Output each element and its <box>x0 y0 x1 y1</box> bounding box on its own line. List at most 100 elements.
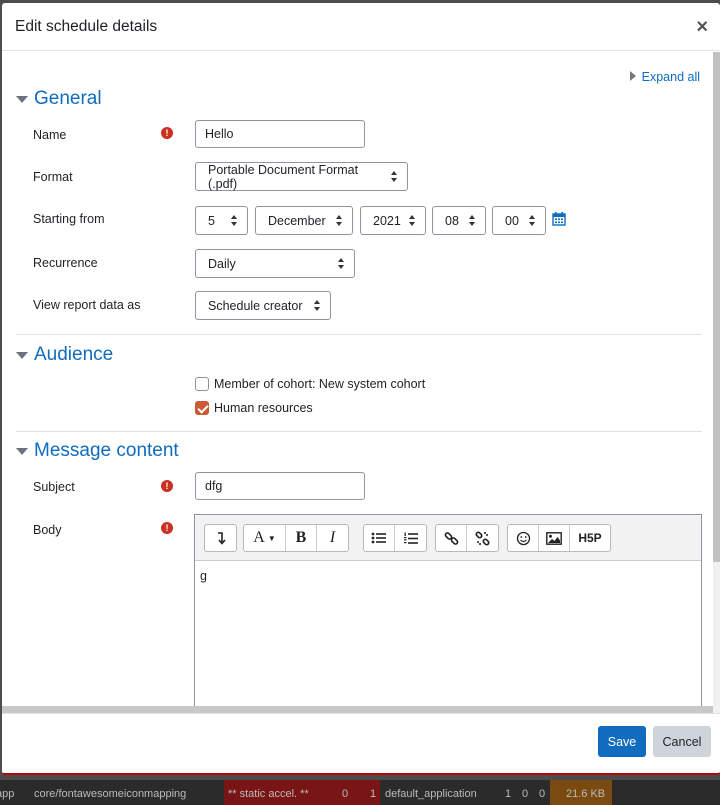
subject-input[interactable]: dfg <box>195 472 365 500</box>
performance-footer-bar: app core/fontawesomeiconmapping ** stati… <box>0 780 720 805</box>
select-arrows-icon <box>469 215 476 227</box>
day-select-value: 5 <box>208 213 215 228</box>
year-select-value: 2021 <box>373 213 401 228</box>
perf-mapping: core/fontawesomeiconmapping <box>34 788 187 800</box>
font-style-icon: A <box>253 529 265 546</box>
recurrence-label: Recurrence <box>33 256 98 270</box>
numbered-list-icon <box>403 532 418 544</box>
scrollbar-thumb[interactable] <box>713 52 720 562</box>
image-button[interactable] <box>539 525 570 551</box>
cancel-button[interactable]: Cancel <box>653 726 711 757</box>
starting-from-label: Starting from <box>33 212 105 226</box>
required-icon: ! <box>161 480 173 492</box>
perf-size: 21.6 KB <box>566 788 606 800</box>
audience-option-hr-label: Human resources <box>214 401 313 415</box>
toolbar-group-format: A ▼ B I <box>243 524 349 552</box>
caret-right-icon <box>629 71 636 81</box>
section-audience-toggle[interactable]: Audience <box>16 344 113 366</box>
audience-option-cohort-label: Member of cohort: New system cohort <box>214 377 426 391</box>
body-editor[interactable]: A ▼ B I H5P g <box>194 514 702 714</box>
toolbar-toggle-button[interactable] <box>205 525 236 551</box>
checkbox-human-resources[interactable] <box>195 401 209 415</box>
toolbar-group-links <box>435 524 499 552</box>
year-select[interactable]: 2021 <box>360 206 426 235</box>
expand-all-link[interactable]: Expand all <box>629 70 700 84</box>
modal-footer: Save Cancel <box>2 713 720 773</box>
font-style-button[interactable]: A ▼ <box>244 525 286 551</box>
view-report-as-select[interactable]: Schedule creator <box>195 291 331 320</box>
section-divider <box>16 431 702 432</box>
expand-all-label: Expand all <box>641 70 700 84</box>
caret-down-icon <box>16 351 28 359</box>
emoji-button[interactable] <box>508 525 539 551</box>
month-select[interactable]: December <box>255 206 353 235</box>
dropdown-caret-icon: ▼ <box>267 533 276 543</box>
body-editor-content[interactable]: g <box>195 561 701 591</box>
modal-header: Edit schedule details × <box>2 3 720 51</box>
section-divider <box>16 334 702 335</box>
italic-button[interactable]: I <box>317 525 348 551</box>
numbered-list-button[interactable] <box>395 525 426 551</box>
arrow-down-turn-icon <box>217 532 226 545</box>
toolbar-group-collapse <box>204 524 237 552</box>
audience-option-cohort[interactable]: Member of cohort: New system cohort <box>195 377 425 391</box>
subject-label: Subject <box>33 480 75 494</box>
modal-title: Edit schedule details <box>15 17 158 35</box>
select-arrows-icon <box>231 215 238 227</box>
section-audience-title: Audience <box>34 344 114 365</box>
hour-select-value: 08 <box>445 213 459 228</box>
image-icon <box>546 531 562 545</box>
minute-select[interactable]: 00 <box>492 206 546 235</box>
toolbar-group-insert: H5P <box>507 524 611 552</box>
perf-app: app <box>0 788 15 800</box>
body-label: Body <box>33 523 62 537</box>
day-select[interactable]: 5 <box>195 206 248 235</box>
recurrence-select-value: Daily <box>208 256 236 271</box>
perf-n1: 1 <box>370 788 377 800</box>
link-button[interactable] <box>436 525 467 551</box>
required-icon: ! <box>161 522 173 534</box>
required-icon: ! <box>161 127 173 139</box>
checkbox-cohort[interactable] <box>195 377 209 391</box>
audience-option-hr[interactable]: Human resources <box>195 401 313 415</box>
select-arrows-icon <box>529 215 536 227</box>
section-general-toggle[interactable]: General <box>16 88 102 110</box>
name-input[interactable]: Hello <box>195 120 365 148</box>
section-message-title: Message content <box>34 440 179 461</box>
perf-c3: 0 <box>539 788 546 800</box>
perf-n0: 0 <box>342 788 349 800</box>
link-icon <box>444 531 458 545</box>
toolbar-group-lists <box>363 524 427 552</box>
perf-static: ** static accel. ** <box>228 788 309 800</box>
perf-c2: 0 <box>522 788 529 800</box>
calendar-icon[interactable] <box>552 212 566 226</box>
section-message-toggle[interactable]: Message content <box>16 440 179 462</box>
bullet-list-button[interactable] <box>364 525 395 551</box>
format-select[interactable]: Portable Document Format (.pdf) <box>195 162 408 191</box>
edit-schedule-modal: Edit schedule details × Expand all Gener… <box>2 3 720 775</box>
view-report-as-label: View report data as <box>33 298 141 312</box>
select-arrows-icon <box>336 215 343 227</box>
format-select-value: Portable Document Format (.pdf) <box>208 162 359 191</box>
view-report-as-select-value: Schedule creator <box>208 298 303 313</box>
recurrence-select[interactable]: Daily <box>195 249 355 278</box>
select-arrows-icon <box>338 258 345 270</box>
month-select-value: December <box>268 213 326 228</box>
select-arrows-icon <box>409 215 416 227</box>
modal-body[interactable]: Expand all General Name ! Hello Format P… <box>2 52 720 714</box>
bold-button[interactable]: B <box>286 525 317 551</box>
perf-default-app: default_application <box>385 788 477 800</box>
name-label: Name <box>33 128 67 142</box>
vertical-scrollbar[interactable] <box>713 52 720 714</box>
h5p-button[interactable]: H5P <box>570 525 610 551</box>
format-label: Format <box>33 170 73 184</box>
caret-down-icon <box>16 447 28 455</box>
hour-select[interactable]: 08 <box>432 206 486 235</box>
select-arrows-icon <box>314 300 321 312</box>
smiley-icon <box>516 531 530 545</box>
save-button[interactable]: Save <box>598 726 646 757</box>
unlink-button[interactable] <box>467 525 498 551</box>
section-general-title: General <box>34 88 102 109</box>
select-arrows-icon <box>391 171 398 183</box>
close-icon[interactable]: × <box>696 17 708 37</box>
